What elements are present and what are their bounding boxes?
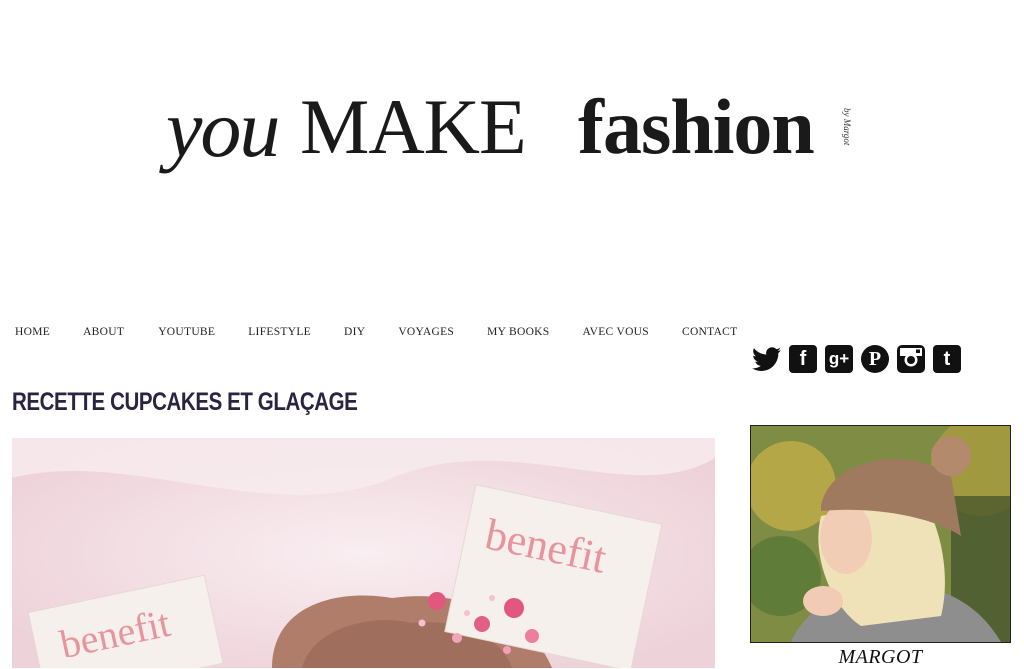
google-plus-icon[interactable]: g+ [824, 344, 854, 374]
site-logo[interactable]: you MAKE fashion by Margot [160, 80, 880, 190]
logo-fashion: fashion [578, 83, 815, 170]
tumblr-icon[interactable]: t [932, 344, 962, 374]
nav-item-my-books[interactable]: MY BOOKS [487, 326, 549, 346]
nav-item-home[interactable]: HOME [15, 326, 50, 346]
nav-item-about[interactable]: ABOUT [83, 326, 124, 346]
nav-item-voyages[interactable]: VOYAGES [398, 326, 454, 346]
post-image[interactable]: benefit benefit [12, 438, 715, 668]
pinterest-glyph: P [861, 345, 889, 373]
logo-byline: by Margot [842, 108, 852, 146]
nav-item-youtube[interactable]: YOUTUBE [158, 326, 215, 346]
author-name: MARGOT [838, 646, 923, 668]
author-portrait [751, 426, 1010, 642]
logo-you: you [166, 83, 280, 174]
nav-item-contact[interactable]: CONTACT [682, 326, 737, 346]
google-plus-glyph: g+ [825, 345, 853, 373]
twitter-icon[interactable] [752, 344, 782, 374]
post-title[interactable]: RECETTE CUPCAKES ET GLAÇAGE [12, 388, 358, 417]
main-nav: HOME ABOUT YOUTUBE LIFESTYLE DIY VOYAGES… [0, 326, 737, 346]
instagram-icon[interactable] [896, 344, 926, 374]
pinterest-icon[interactable]: P [860, 344, 890, 374]
author-photo[interactable] [750, 425, 1011, 643]
cupcake-photo: benefit benefit [12, 438, 715, 668]
tumblr-glyph: t [933, 345, 961, 373]
logo-make: MAKE [300, 83, 527, 170]
nav-item-lifestyle[interactable]: LIFESTYLE [248, 326, 311, 346]
nav-item-avec-vous[interactable]: AVEC VOUS [582, 326, 649, 346]
facebook-icon[interactable]: f [788, 344, 818, 374]
facebook-glyph: f [789, 345, 817, 373]
social-links: f g+ P t [752, 344, 962, 374]
nav-item-diy[interactable]: DIY [344, 326, 365, 346]
